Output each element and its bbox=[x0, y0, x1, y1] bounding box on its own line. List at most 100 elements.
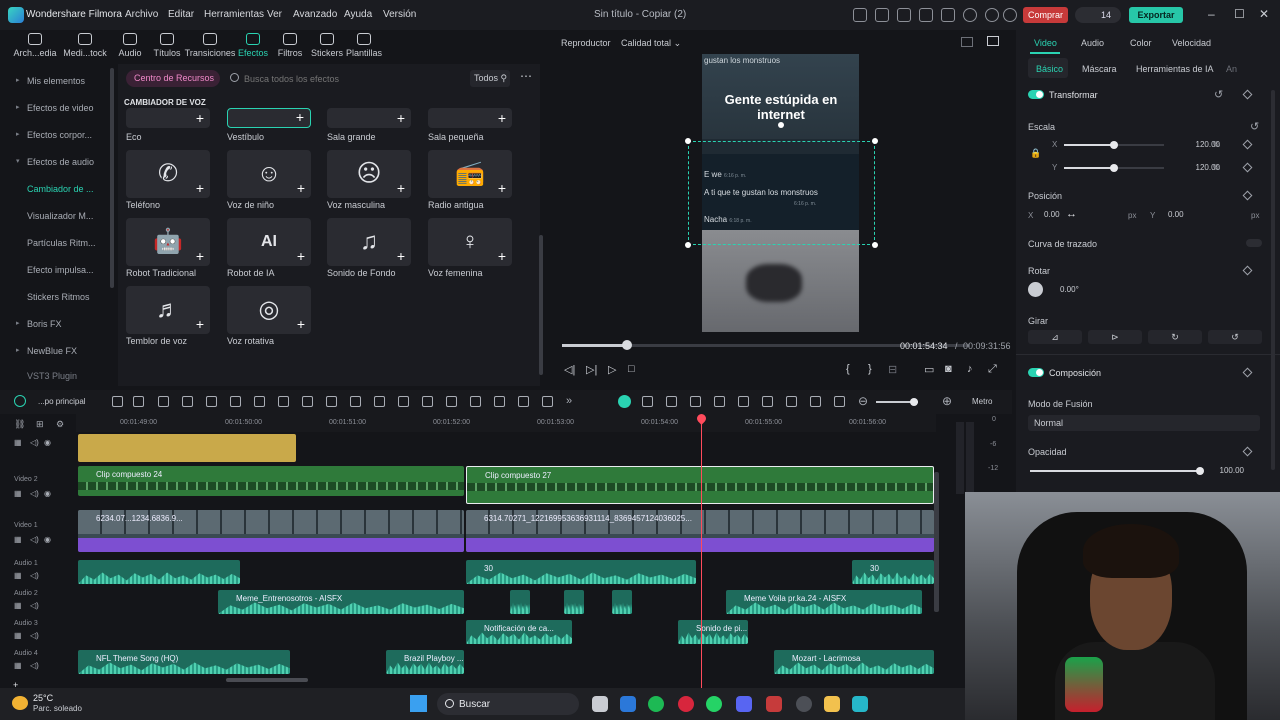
tracks-vertical-scrollbar[interactable] bbox=[934, 472, 939, 612]
layout-icon[interactable] bbox=[112, 396, 123, 407]
filter-dropdown[interactable]: Todos ⚲ bbox=[470, 70, 510, 87]
track-grid-icon[interactable]: ▦ bbox=[14, 489, 22, 498]
path-curve-toggle[interactable] bbox=[1246, 239, 1262, 247]
mark-out-icon[interactable]: } bbox=[868, 363, 872, 375]
display-icon[interactable]: ▭ bbox=[924, 363, 934, 376]
zoom-out-icon[interactable]: ⊖ bbox=[858, 394, 868, 408]
effect-card-voz-masculina[interactable]: ☹ + bbox=[327, 150, 411, 198]
video-clip[interactable]: Clip compuesto 24 bbox=[78, 466, 464, 496]
lightbulb-icon[interactable] bbox=[897, 8, 911, 22]
zoom-knob[interactable] bbox=[910, 398, 918, 406]
effects-search-input[interactable] bbox=[244, 70, 464, 87]
scale-y-slider[interactable] bbox=[1064, 164, 1164, 172]
magnet-icon[interactable] bbox=[642, 396, 653, 407]
sidebar-item-stickers-ritmos[interactable]: Stickers Ritmos bbox=[8, 284, 108, 310]
weather-temp[interactable]: 25°C bbox=[33, 693, 53, 703]
fullscreen-icon[interactable]: ⤢ bbox=[988, 363, 997, 376]
resize-handle[interactable] bbox=[685, 242, 691, 248]
speaker-icon[interactable]: ◁) bbox=[30, 571, 39, 580]
transform-toggle[interactable] bbox=[1028, 90, 1044, 99]
flip-horizontal-icon[interactable]: ⊿ bbox=[1028, 330, 1082, 344]
task-view-icon[interactable] bbox=[592, 696, 608, 712]
properties-scrollbar[interactable] bbox=[1271, 90, 1275, 470]
pos-x-input[interactable]: 0.00 bbox=[1044, 210, 1060, 224]
overlay-clip[interactable] bbox=[78, 434, 296, 462]
slider-knob[interactable] bbox=[1110, 164, 1118, 172]
add-icon[interactable]: + bbox=[498, 248, 506, 264]
minimize-icon[interactable]: – bbox=[1208, 7, 1215, 21]
sidebar-item-boris-fx[interactable]: ▸ Boris FX bbox=[8, 311, 108, 337]
flip-vertical-icon[interactable]: ⊳ bbox=[1088, 330, 1142, 344]
menu-editar[interactable]: Editar bbox=[168, 9, 194, 20]
sidebar-scrollbar[interactable] bbox=[110, 68, 114, 288]
subtab-more[interactable]: An bbox=[1226, 64, 1237, 74]
add-icon[interactable]: + bbox=[296, 109, 304, 125]
eye-icon[interactable]: ◉ bbox=[44, 489, 51, 498]
sidebar-item-cambiador-voz[interactable]: Cambiador de ... bbox=[8, 176, 108, 202]
progress-knob[interactable] bbox=[622, 340, 633, 350]
reset-icon[interactable]: ↺ bbox=[1250, 120, 1259, 133]
auto-highlight-icon[interactable] bbox=[690, 396, 701, 407]
speaker-icon[interactable]: ◁) bbox=[30, 489, 39, 498]
selection-box[interactable] bbox=[685, 122, 878, 248]
tool-templates[interactable]: Plantillas bbox=[336, 30, 392, 59]
effect-card-vestibulo[interactable]: + bbox=[227, 108, 311, 128]
camera-icon[interactable]: ◙ bbox=[945, 363, 952, 375]
quality-select[interactable]: Calidad total ⌄ bbox=[621, 38, 681, 49]
timeline-ruler[interactable]: 00:01:49:00 00:01:50:00 00:01:51:00 00:0… bbox=[76, 414, 936, 432]
keyframe-icon[interactable] bbox=[1242, 265, 1253, 276]
effect-card-voz-nino[interactable]: ☺ + bbox=[227, 150, 311, 198]
track-settings-icon[interactable]: ⚙ bbox=[56, 419, 64, 430]
add-icon[interactable]: + bbox=[196, 180, 204, 196]
keyframe-icon[interactable] bbox=[1242, 139, 1253, 150]
image-icon[interactable] bbox=[714, 396, 725, 407]
audio-clip[interactable]: 30 bbox=[466, 560, 696, 584]
spotify-icon[interactable] bbox=[648, 696, 664, 712]
tab-color[interactable]: Color bbox=[1130, 38, 1152, 48]
box-icon[interactable] bbox=[518, 396, 529, 407]
add-icon[interactable]: + bbox=[196, 110, 204, 126]
more-options-icon[interactable]: ⋯ bbox=[520, 69, 532, 83]
menu-version[interactable]: Versión bbox=[383, 9, 416, 20]
split-icon[interactable]: ⊟ bbox=[888, 363, 897, 376]
add-icon[interactable]: + bbox=[196, 248, 204, 264]
rotate-handle[interactable] bbox=[778, 122, 784, 128]
whatsapp-icon[interactable] bbox=[706, 696, 722, 712]
add-icon[interactable]: + bbox=[297, 248, 305, 264]
weather-sun-icon[interactable] bbox=[12, 696, 28, 710]
speaker-icon[interactable]: ◁) bbox=[30, 661, 39, 670]
keyframe-icon[interactable] bbox=[1242, 89, 1253, 100]
add-icon[interactable]: + bbox=[297, 316, 305, 332]
sync-icon[interactable] bbox=[786, 396, 797, 407]
tab-video[interactable]: Video bbox=[1034, 38, 1057, 48]
effect-card-temblor-voz[interactable]: ♬ + bbox=[126, 286, 210, 334]
resize-handle[interactable] bbox=[872, 242, 878, 248]
effect-card-telefono[interactable]: ✆ + bbox=[126, 150, 210, 198]
windows-start-icon[interactable] bbox=[410, 695, 427, 712]
tab-audio[interactable]: Audio bbox=[1081, 38, 1104, 48]
ai-tools-icon[interactable] bbox=[470, 396, 481, 407]
audio-clip[interactable]: Notificación de ca... bbox=[466, 620, 572, 644]
cloud-upload-icon[interactable] bbox=[919, 8, 933, 22]
add-icon[interactable]: + bbox=[397, 248, 405, 264]
cut-icon[interactable] bbox=[230, 396, 241, 407]
grid-icon[interactable] bbox=[941, 8, 955, 22]
opacity-slider[interactable] bbox=[1030, 467, 1204, 475]
add-track-icon[interactable]: ⊞ bbox=[36, 419, 44, 430]
audio-clip[interactable]: Mozart - Lacrimosa bbox=[774, 650, 934, 674]
subtab-basico[interactable]: Básico bbox=[1036, 64, 1063, 74]
video-clip-selected[interactable]: Clip compuesto 27 bbox=[466, 466, 934, 504]
audio-clip[interactable] bbox=[564, 590, 584, 614]
track-grid-icon[interactable]: ▦ bbox=[14, 661, 22, 670]
sidebar-item-efectos-audio[interactable]: ▾ Efectos de audio bbox=[8, 149, 108, 175]
scale-x-slider[interactable] bbox=[1064, 141, 1164, 149]
pos-y-input[interactable]: 0.00 bbox=[1168, 210, 1184, 224]
timeline-scrollbar[interactable] bbox=[226, 678, 308, 682]
sidebar-item-newblue-fx[interactable]: ▸ NewBlue FX bbox=[8, 338, 108, 364]
opacity-value[interactable]: 100.00 bbox=[1206, 466, 1244, 475]
discord-icon[interactable] bbox=[736, 696, 752, 712]
playhead[interactable] bbox=[701, 418, 702, 688]
subtab-mascara[interactable]: Máscara bbox=[1082, 64, 1117, 74]
sidebar-item-efectos-corporales[interactable]: ▸ Efectos corpor... bbox=[8, 122, 108, 148]
rotate-input[interactable]: 0.00° bbox=[1060, 285, 1079, 299]
